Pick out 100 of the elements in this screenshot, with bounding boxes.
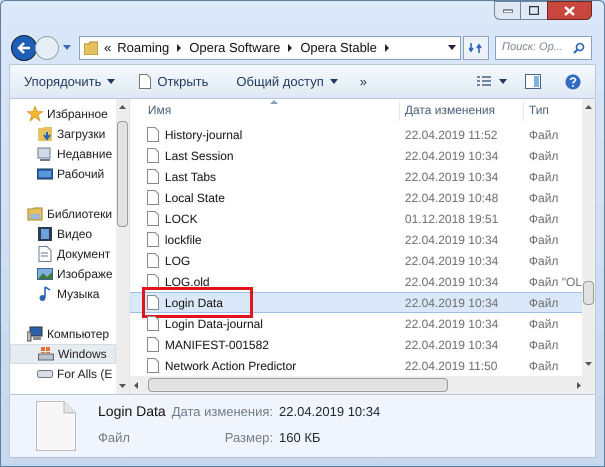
file-icon	[146, 295, 159, 310]
sidebar-scrollbar[interactable]	[116, 99, 129, 394]
type-cell-text: Файл	[528, 168, 558, 186]
sort-arrow-icon[interactable]	[270, 100, 278, 104]
history-caret-icon[interactable]	[63, 45, 71, 50]
file-name: Last Tabs	[164, 168, 216, 186]
date-cell-text: 22.04.2019 10:48	[404, 190, 500, 206]
scroll-thumb[interactable]	[116, 121, 128, 227]
breadcrumb-arrow-icon[interactable]	[288, 44, 292, 52]
type-cell-text: Файл	[528, 252, 558, 270]
nav-item[interactable]: Компьютер	[10, 324, 116, 344]
dropdown-caret-icon[interactable]	[448, 45, 456, 50]
open-button[interactable]: Открыть	[139, 72, 208, 92]
file-name: Network Action Predictor	[164, 358, 296, 374]
type-cell-text: Файл	[528, 148, 558, 164]
date-cell-text: 22.04.2019 10:34	[404, 336, 500, 354]
file-row[interactable]: Login Data-journal 22.04.2019 10:34 Файл	[130, 313, 582, 334]
file-row[interactable]: LOCK 01.12.2018 19:51 Файл	[130, 208, 582, 229]
film-icon	[37, 226, 53, 242]
file-row[interactable]: History-journal 22.04.2019 11:52 Файл	[130, 124, 582, 145]
caret-icon[interactable]	[499, 79, 507, 84]
minimize-button[interactable]	[494, 1, 521, 20]
nav-item[interactable]: Библиотеки	[10, 204, 116, 224]
nav-item[interactable]: Загрузки	[10, 124, 116, 144]
back-arrow-icon	[17, 42, 31, 54]
date-cell-text: 22.04.2019 10:34	[404, 274, 500, 290]
date-cell-text: 22.04.2019 10:34	[404, 232, 500, 248]
maximize-icon	[529, 6, 539, 15]
refresh-button[interactable]	[463, 36, 489, 60]
breadcrumb[interactable]: Roaming	[117, 38, 170, 58]
caret-icon	[107, 79, 116, 84]
nav-item[interactable]: Избранное	[10, 104, 116, 124]
list-scrollbar[interactable]	[582, 99, 595, 376]
type-cell-text: Файл	[528, 336, 558, 354]
date-cell-text: 22.04.2019 11:50	[404, 358, 498, 374]
scroll-right-icon	[577, 382, 581, 388]
column-header[interactable]: Тип	[524, 101, 582, 121]
search-field[interactable]: Поиск: Ор...	[495, 36, 592, 60]
file-row[interactable]: Login Data 22.04.2019 10:34 Файл	[130, 292, 582, 313]
document-icon	[37, 246, 53, 262]
type-cell-text: Файл "OL	[528, 274, 582, 290]
file-row[interactable]: LOG.old 22.04.2019 10:34 Файл "OL	[130, 271, 582, 292]
file-row[interactable]: lockfile 22.04.2019 10:34 Файл	[130, 229, 582, 250]
nav-item[interactable]: Рабочий	[10, 164, 116, 184]
nav-item[interactable]: Изображе	[10, 264, 116, 284]
file-name: LOCK	[164, 210, 198, 228]
nav-item[interactable]: Видео	[10, 224, 116, 244]
horizontal-scrollbar[interactable]	[130, 376, 595, 394]
nav-item[interactable]: Windows	[10, 344, 116, 364]
file-row[interactable]: Last Tabs 22.04.2019 10:34 Файл	[130, 166, 582, 187]
file-icon	[146, 211, 159, 226]
date-cell-text: 22.04.2019 10:34	[404, 252, 500, 270]
date-cell-text: 22.04.2019 11:52	[404, 126, 498, 144]
share-button[interactable]: Общий доступ	[236, 72, 338, 92]
nav-item[interactable]: Музыка	[10, 284, 116, 304]
computer-icon	[27, 326, 43, 342]
preview-pane-icon[interactable]	[525, 74, 541, 89]
file-row[interactable]: Last Session 22.04.2019 10:34 Файл	[130, 145, 582, 166]
document-icon	[139, 74, 152, 89]
nav-item[interactable]: Документ	[10, 244, 116, 264]
breadcrumb[interactable]: Opera Stable	[300, 38, 377, 58]
file-name: Login Data-journal	[164, 316, 263, 332]
file-row[interactable]: Local State 22.04.2019 10:48 Файл	[130, 187, 582, 208]
file-row[interactable]: LOG 22.04.2019 10:34 Файл	[130, 250, 582, 271]
file-name: Last Session	[164, 148, 234, 164]
overflow-chevron[interactable]: «	[104, 38, 112, 58]
picture-icon	[37, 266, 53, 282]
maximize-button[interactable]	[521, 1, 547, 20]
system-drive-icon	[38, 346, 54, 362]
type-cell-text: Файл	[528, 210, 558, 228]
scroll-left-icon	[134, 382, 138, 388]
file-row[interactable]: MANIFEST-001582 22.04.2019 10:34 Файл	[130, 334, 582, 355]
file-name: Login Data	[98, 402, 166, 421]
nav-item[interactable]: Недавние	[10, 144, 116, 164]
column-header[interactable]: Имя	[130, 101, 400, 121]
breadcrumb-arrow-icon[interactable]	[177, 44, 182, 52]
file-row[interactable]: Network Action Predictor 22.04.2019 11:50 Файл	[130, 355, 582, 376]
file-icon	[36, 401, 76, 451]
organize-button[interactable]: Упорядочить	[24, 72, 116, 92]
address-bar[interactable]: « Roaming Opera Software Opera Stable	[79, 36, 461, 60]
help-icon[interactable]	[565, 74, 581, 90]
view-options-icon[interactable]	[477, 76, 491, 88]
column-header[interactable]: Дата изменения	[400, 101, 524, 121]
more-commands-button[interactable]: »	[360, 72, 367, 92]
close-button[interactable]	[547, 1, 592, 20]
type-cell-text: Файл	[528, 316, 558, 332]
breadcrumb-arrow-icon[interactable]	[384, 44, 389, 52]
file-name: History-journal	[164, 126, 242, 144]
date-cell-text: 22.04.2019 10:34	[404, 294, 500, 312]
date-cell-text: 22.04.2019 10:34	[404, 148, 500, 164]
type-cell-text: Файл	[528, 232, 558, 248]
back-button[interactable]	[11, 34, 37, 60]
nav-item[interactable]: For Alls (E	[10, 364, 116, 384]
star-icon	[27, 106, 43, 122]
breadcrumb[interactable]: Opera Software	[189, 38, 280, 58]
scroll-thumb[interactable]	[148, 378, 448, 392]
minimize-icon	[502, 8, 512, 12]
date-cell-text: 22.04.2019 10:34	[404, 316, 500, 332]
scroll-thumb[interactable]	[583, 281, 594, 305]
file-icon	[146, 274, 159, 289]
